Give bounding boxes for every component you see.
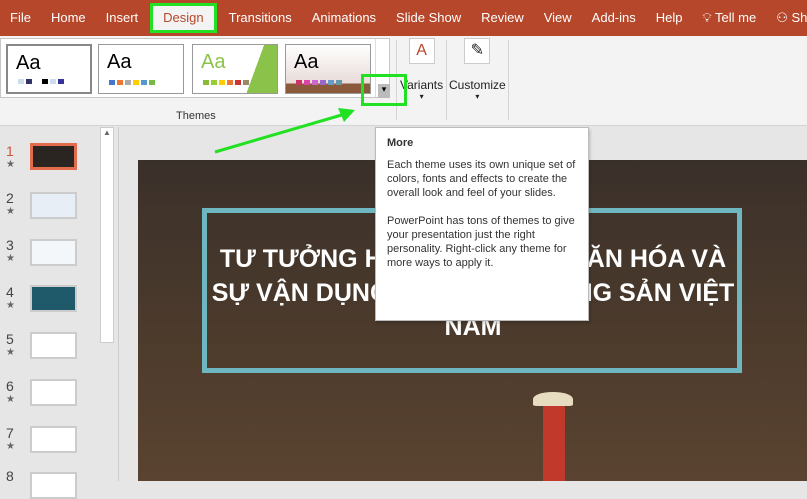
conical-hat-image	[533, 392, 573, 406]
slide-thumb-4[interactable]	[30, 285, 77, 312]
slide-number: 6 ★	[6, 378, 15, 405]
slide-number: 5 ★	[6, 331, 15, 358]
slide-thumb-6[interactable]	[30, 379, 77, 406]
tab-home[interactable]: Home	[41, 0, 96, 36]
slide-number: 3 ★	[6, 237, 15, 264]
slide-thumb-1[interactable]	[30, 143, 77, 170]
more-tooltip: More Each theme uses its own unique set …	[375, 127, 589, 321]
slide-number: 7 ★	[6, 425, 15, 452]
tab-review[interactable]: Review	[471, 0, 534, 36]
tab-help[interactable]: Help	[646, 0, 693, 36]
share-button[interactable]: ⚇ Share	[766, 0, 807, 36]
tab-design[interactable]: Design	[150, 3, 217, 33]
tab-view[interactable]: View	[534, 0, 582, 36]
lightbulb-icon: 💡︎	[702, 10, 712, 25]
slide-thumb-5[interactable]	[30, 332, 77, 359]
thumbnail-scrollbar[interactable]: ▲	[100, 127, 114, 343]
divider	[508, 40, 509, 120]
tab-animations[interactable]: Animations	[302, 0, 386, 36]
slide-thumb-3[interactable]	[30, 239, 77, 266]
person-icon: ⚇	[776, 10, 788, 25]
customize-button[interactable]: ✎ Customize ▾	[449, 38, 506, 101]
tell-me-button[interactable]: 💡︎ Tell me	[693, 0, 767, 36]
slide-thumbnails: 1 ★ 2 ★ 3 ★ 4 ★ 5 ★ 6 ★ 7 ★ 8	[0, 127, 100, 499]
slide-number: 2 ★	[6, 190, 15, 217]
tab-slide-show[interactable]: Slide Show	[386, 0, 471, 36]
slide-number: 1 ★	[6, 143, 15, 170]
tab-insert[interactable]: Insert	[96, 0, 149, 36]
scroll-up-icon: ▲	[103, 128, 111, 137]
themes-gallery: Aa Aa Aa Aa ▾	[0, 38, 390, 98]
slide-number: 4 ★	[6, 284, 15, 311]
annotation-arrow	[214, 108, 355, 154]
slide-number: 8	[6, 468, 14, 484]
theme-facet[interactable]: Aa	[192, 44, 278, 94]
customize-icon: ✎	[464, 38, 491, 64]
divider	[446, 40, 447, 120]
slide-thumb-8[interactable]	[30, 472, 77, 499]
slide-thumb-2[interactable]	[30, 192, 77, 219]
theme-2[interactable]: Aa	[98, 44, 184, 94]
tab-file[interactable]: File	[0, 0, 41, 36]
theme-office[interactable]: Aa	[6, 44, 92, 94]
tab-transitions[interactable]: Transitions	[219, 0, 302, 36]
theme-4[interactable]: Aa	[285, 44, 371, 94]
slide-thumb-7[interactable]	[30, 426, 77, 453]
variants-icon: A	[408, 38, 435, 64]
tab-add-ins[interactable]: Add-ins	[582, 0, 646, 36]
ribbon-tabs: File Home Insert Design Transitions Anim…	[0, 0, 807, 36]
divider	[118, 127, 119, 481]
figure-image	[543, 400, 565, 481]
more-button-highlight	[361, 74, 407, 106]
